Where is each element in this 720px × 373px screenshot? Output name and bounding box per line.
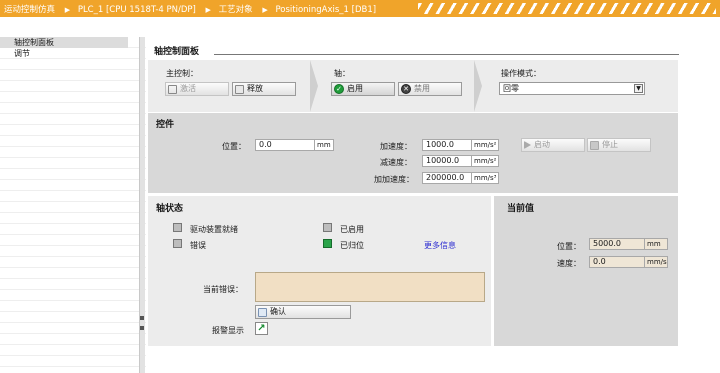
more-info-link[interactable]: 更多信息: [424, 240, 456, 251]
header-stripes: [418, 3, 716, 14]
left-panel: [0, 37, 146, 373]
stop-icon: [590, 140, 599, 150]
jerk-label: 加加速度：: [374, 175, 414, 184]
acceleration-unit: mm/s²: [471, 139, 499, 151]
activate-button[interactable]: 激活: [165, 82, 229, 96]
step-divider: [474, 60, 482, 112]
disable-button[interactable]: ✕ 禁用: [398, 82, 462, 96]
actual-velocity-unit: mm/s: [644, 256, 668, 268]
check-icon: ✓: [334, 84, 344, 94]
actual-position-label: 位置：: [557, 242, 581, 251]
homed-indicator: [323, 239, 332, 248]
jerk-unit: mm/s³: [471, 172, 499, 184]
tree-item-label: 轴控制面板: [14, 38, 54, 47]
activate-button-label: 激活: [180, 84, 196, 93]
acceleration-label: 加速度：: [380, 142, 412, 151]
confirm-button-label: 确认: [270, 307, 286, 316]
start-button-label: 启动: [534, 140, 550, 149]
title-bar: 运动控制仿真 ▶ PLC_1 [CPU 1518T-4 PN/DP] ▶ 工艺对…: [0, 0, 720, 17]
splitter-grip-icon[interactable]: [140, 326, 144, 330]
navigation-tree: 轴控制面板 调节: [0, 37, 128, 59]
start-button[interactable]: 启动: [521, 138, 585, 152]
tree-item-axis-control-panel[interactable]: 轴控制面板: [0, 37, 128, 48]
stop-button[interactable]: 停止: [587, 138, 651, 152]
release-button[interactable]: 释放: [232, 82, 296, 96]
axis-status-title: 轴状态: [156, 204, 184, 214]
play-icon: [524, 141, 531, 149]
axis-status-section: [148, 196, 491, 346]
breadcrumb-item-axis[interactable]: PositioningAxis_1 [DB1]: [275, 5, 376, 15]
current-values-section: [494, 196, 678, 346]
close-icon: ✕: [401, 84, 411, 94]
confirm-button[interactable]: 确认: [255, 305, 351, 319]
actual-position-value: 5000.0: [589, 238, 645, 250]
actual-velocity-label: 速度：: [557, 259, 581, 268]
enabled-indicator: [323, 223, 332, 232]
actual-velocity-value: 0.0: [589, 256, 645, 268]
chevron-down-icon[interactable]: ▼: [634, 84, 643, 93]
tree-item-tuning[interactable]: 调节: [0, 48, 128, 59]
current-error-field: [255, 272, 485, 302]
deceleration-label: 减速度：: [380, 158, 412, 167]
disable-button-label: 禁用: [414, 84, 430, 93]
actual-position-unit: mm: [644, 238, 668, 250]
error-label: 错误: [190, 241, 206, 250]
breadcrumb-item-technology-objects[interactable]: 工艺对象: [219, 5, 253, 15]
breadcrumb-separator-icon: ▶: [262, 6, 268, 14]
deceleration-unit: mm/s²: [471, 155, 499, 167]
target-position-input[interactable]: 0.0: [255, 139, 315, 151]
drive-ready-label: 驱动装置就绪: [190, 225, 238, 234]
jerk-input[interactable]: 200000.0: [422, 172, 472, 184]
target-position-label: 位置：: [222, 142, 246, 151]
panel-splitter[interactable]: [139, 37, 145, 373]
enable-button-label: 启用: [347, 84, 363, 93]
breadcrumb-item-plc[interactable]: PLC_1 [CPU 1518T-4 PN/DP]: [78, 5, 196, 15]
axis-label: 轴：: [334, 69, 350, 78]
breadcrumb: 运动控制仿真 ▶ PLC_1 [CPU 1518T-4 PN/DP] ▶ 工艺对…: [4, 3, 378, 15]
enabled-label: 已启用: [340, 225, 364, 234]
breadcrumb-separator-icon: ▶: [205, 6, 211, 14]
tree-item-label: 调节: [14, 49, 30, 58]
alarm-display-arrow-icon[interactable]: ↗: [255, 322, 268, 335]
current-error-label: 当前错误：: [203, 285, 243, 294]
acceleration-input[interactable]: 1000.0: [422, 139, 472, 151]
stop-button-label: 停止: [602, 140, 618, 149]
step-divider: [310, 60, 318, 112]
release-icon: [235, 84, 244, 94]
page-title: 轴控制面板: [154, 47, 200, 57]
operating-mode-select[interactable]: 回零 ▼: [499, 82, 645, 95]
release-button-label: 释放: [247, 84, 263, 93]
activate-icon: [168, 84, 177, 94]
enable-button[interactable]: ✓ 启用: [331, 82, 395, 96]
operating-mode-value: 回零: [503, 84, 519, 93]
master-control-label: 主控制：: [166, 69, 198, 78]
breadcrumb-separator-icon: ▶: [64, 6, 71, 14]
splitter-grip-icon[interactable]: [140, 316, 144, 320]
current-values-title: 当前值: [507, 204, 535, 214]
confirm-icon: [258, 307, 267, 317]
operating-mode-label: 操作模式：: [501, 69, 541, 78]
alarm-display-label: 报警显示: [212, 326, 244, 335]
controls-title: 控件: [156, 120, 175, 130]
drive-ready-indicator: [173, 223, 182, 232]
deceleration-input[interactable]: 10000.0: [422, 155, 472, 167]
homed-label: 已归位: [340, 241, 364, 250]
title-divider: [214, 54, 679, 55]
breadcrumb-item-motion-simulation[interactable]: 运动控制仿真: [4, 5, 55, 15]
error-indicator: [173, 239, 182, 248]
target-position-unit: mm: [314, 139, 334, 151]
